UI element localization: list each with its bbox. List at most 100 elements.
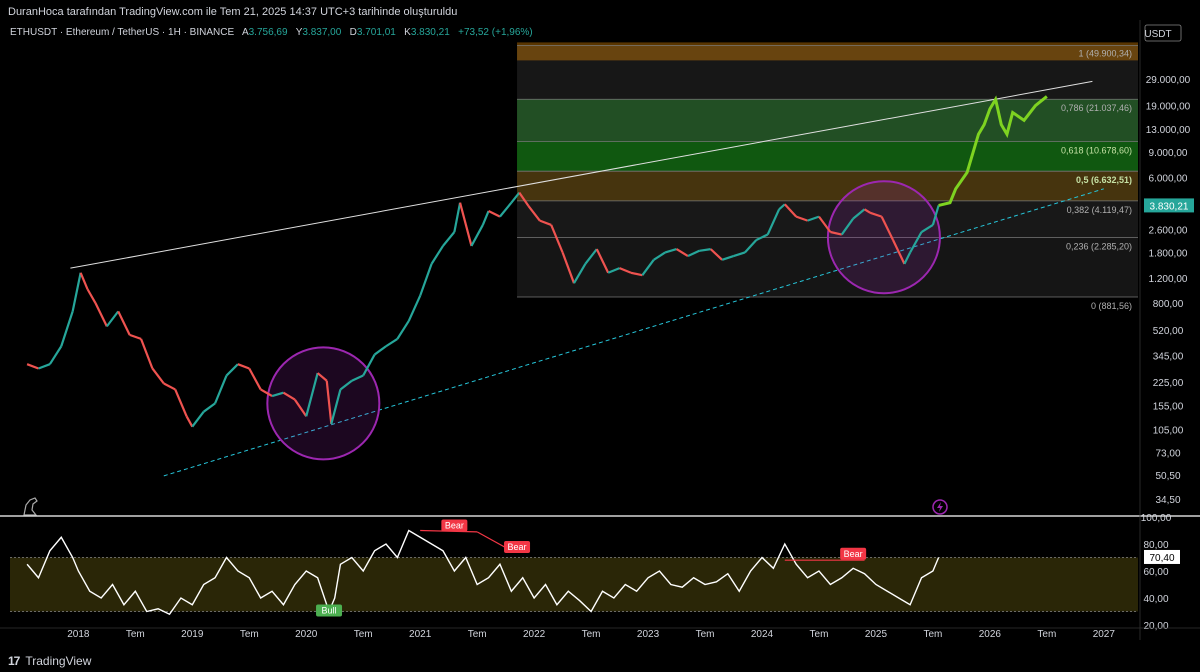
x-tick-label: 2022	[523, 629, 546, 640]
price-segment	[385, 337, 398, 348]
rsi-value-label: 70,40	[1149, 553, 1174, 564]
price-segment	[140, 338, 154, 369]
rsi-y-tick-label: 80,00	[1143, 540, 1168, 551]
price-segment	[191, 411, 205, 428]
axis-unit-label: USDT	[1144, 29, 1171, 40]
price-segment	[470, 224, 484, 247]
price-segment	[26, 363, 39, 370]
fib-zone-1	[517, 99, 1138, 142]
x-tick-label: Tem	[923, 629, 942, 640]
price-segment	[151, 367, 165, 385]
fib-label-3: 0,5 (6.632,51)	[1076, 175, 1132, 185]
price-segment	[237, 363, 250, 370]
x-tick-label: Tem	[696, 629, 715, 640]
y-tick-label: 9.000,00	[1149, 148, 1188, 159]
x-tick-label: 2023	[637, 629, 660, 640]
fib-label-5: 0,236 (2.285,20)	[1066, 242, 1132, 252]
x-tick-label: 2025	[865, 629, 888, 640]
fib-label-6: 0 (881,56)	[1091, 301, 1132, 311]
divergence-label-bear-2: Bear	[508, 542, 527, 552]
price-segment	[225, 363, 239, 377]
price-segment	[248, 367, 262, 390]
highlight-circle-1	[826, 180, 941, 295]
divergence-label-bear-3: Bear	[844, 549, 863, 559]
dino-icon	[23, 497, 38, 516]
price-segment	[94, 302, 108, 327]
y-tick-label: 225,00	[1153, 378, 1184, 389]
lightning-bolt-icon	[937, 502, 943, 512]
x-tick-label: Tem	[240, 629, 259, 640]
price-segment	[481, 210, 490, 226]
price-segment	[458, 202, 473, 247]
y-tick-label: 800,00	[1153, 299, 1184, 310]
price-segment	[499, 202, 513, 218]
price-segment	[117, 310, 131, 336]
fib-label-4: 0,382 (4.119,47)	[1067, 205, 1132, 215]
last-price-label: 3.830,21	[1150, 201, 1189, 212]
price-segment	[79, 272, 89, 290]
fib-zone-2	[517, 141, 1138, 172]
divergence-label-bear-1: Bear	[445, 520, 464, 530]
price-segment	[163, 382, 176, 391]
y-tick-label: 520,00	[1153, 326, 1184, 337]
y-tick-label: 155,00	[1153, 401, 1184, 412]
price-segment	[60, 311, 74, 347]
fib-zone-5	[517, 237, 1138, 297]
x-tick-label: Tem	[468, 629, 487, 640]
x-tick-label: 2019	[181, 629, 204, 640]
price-segment	[86, 288, 97, 304]
y-tick-label: 73,00	[1155, 448, 1180, 459]
y-tick-label: 345,00	[1153, 351, 1184, 362]
rsi-y-tick-label: 20,00	[1143, 621, 1168, 632]
price-segment	[38, 363, 51, 370]
y-tick-label: 19.000,00	[1146, 102, 1191, 113]
divergence-label-bull-1: Bull	[322, 606, 337, 616]
rsi-y-tick-label: 40,00	[1143, 594, 1168, 605]
price-segment	[419, 263, 433, 297]
rsi-band	[10, 557, 1138, 612]
x-tick-label: 2020	[295, 629, 318, 640]
x-tick-label: 2024	[751, 629, 774, 640]
x-tick-label: 2018	[67, 629, 90, 640]
x-tick-label: Tem	[354, 629, 373, 640]
price-segment	[48, 345, 63, 365]
y-tick-label: 1.800,00	[1149, 248, 1188, 259]
price-segment	[214, 375, 228, 404]
fib-label-0: 1 (49.900,34)	[1078, 48, 1132, 58]
price-segment	[488, 210, 501, 218]
chart-window: DuranHoca tarafından TradingView.com ile…	[0, 0, 1200, 672]
x-tick-label: Tem	[810, 629, 829, 640]
fib-label-1: 0,786 (21.037,46)	[1061, 103, 1132, 113]
price-segment	[71, 272, 82, 312]
price-segment	[430, 245, 444, 265]
x-tick-label: Tem	[582, 629, 601, 640]
chart-canvas[interactable]: 1 (49.900,34) 0,786 (21.037,46) 0,618 (10.…	[0, 0, 1200, 672]
rsi-y-tick-label: 100,00	[1141, 513, 1172, 524]
y-tick-label: 105,00	[1153, 426, 1184, 437]
x-tick-label: Tem	[126, 629, 145, 640]
highlight-circle-0	[266, 346, 381, 461]
y-tick-label: 6.000,00	[1149, 173, 1188, 184]
tradingview-logo-icon: 17	[8, 654, 20, 668]
rsi-y-tick-label: 60,00	[1143, 567, 1168, 578]
footer-brand: 17 TradingView	[8, 654, 91, 668]
y-tick-label: 34,50	[1155, 495, 1180, 506]
y-tick-label: 13.000,00	[1146, 125, 1191, 136]
price-segment	[373, 345, 387, 356]
y-tick-label: 29.000,00	[1146, 75, 1191, 86]
y-tick-label: 1.200,00	[1149, 274, 1188, 285]
x-tick-label: Tem	[1037, 629, 1056, 640]
price-segment	[396, 320, 410, 340]
price-segment	[174, 389, 188, 417]
price-segment	[407, 295, 422, 322]
y-tick-label: 2.600,00	[1149, 226, 1188, 237]
brand-label: TradingView	[25, 654, 92, 668]
price-segment	[203, 402, 216, 413]
price-segment	[129, 333, 142, 340]
x-tick-label: 2021	[409, 629, 432, 640]
price-segment	[442, 231, 456, 247]
fib-label-2: 0,618 (10.678,60)	[1061, 146, 1132, 156]
fib-zone-3	[517, 171, 1138, 201]
y-tick-label: 50,50	[1155, 471, 1180, 482]
price-segment	[453, 202, 462, 233]
